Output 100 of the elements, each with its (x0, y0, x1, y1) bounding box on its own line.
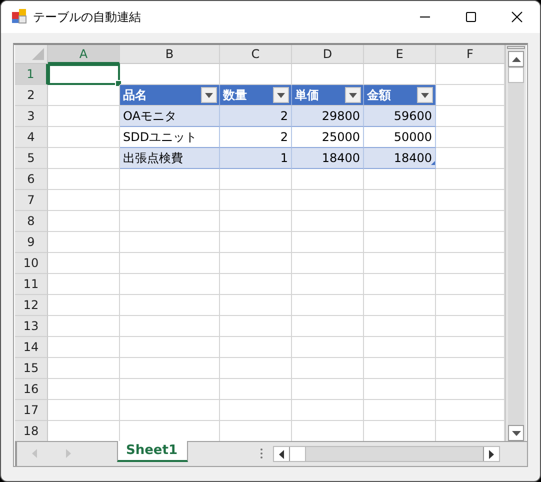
empty-cell (220, 169, 292, 190)
filter-button[interactable] (345, 87, 361, 103)
table-cell: 29800 (292, 106, 364, 127)
maximize-icon (465, 11, 477, 23)
scroll-right-button[interactable] (482, 447, 499, 461)
empty-cell (292, 295, 364, 316)
row-header[interactable]: 8 (15, 211, 48, 232)
caret-icon (349, 92, 357, 98)
column-header[interactable]: A (48, 45, 120, 64)
empty-cell (220, 316, 292, 337)
splitter-dots-icon[interactable] (260, 448, 263, 459)
scroll-thumb[interactable] (508, 67, 524, 83)
header-label: 単価 (295, 86, 319, 104)
empty-cell (292, 400, 364, 421)
table-cell: 18400 (292, 148, 364, 169)
left-arrow-icon (32, 448, 36, 458)
empty-cell (364, 337, 436, 358)
row-header[interactable]: 17 (15, 400, 48, 421)
scroll-up-button[interactable] (508, 51, 524, 67)
active-cell[interactable] (48, 64, 120, 85)
empty-cell (292, 169, 364, 190)
table-cell: 18400 (364, 148, 436, 169)
splitter-handle[interactable] (507, 46, 525, 49)
table-cell: OAモニタ (120, 106, 220, 127)
empty-cell (364, 169, 436, 190)
row-header[interactable]: 5 (15, 148, 48, 169)
empty-cell (292, 211, 364, 232)
empty-cell (364, 316, 436, 337)
caret-icon (277, 92, 285, 98)
empty-cell (364, 253, 436, 274)
empty-cell (292, 232, 364, 253)
empty-cell (220, 358, 292, 379)
row-header[interactable]: 15 (15, 358, 48, 379)
filter-button[interactable] (417, 87, 433, 103)
empty-cell (220, 190, 292, 211)
column-header[interactable]: B (120, 45, 220, 64)
right-arrow-icon (66, 448, 70, 458)
empty-cell (220, 295, 292, 316)
column-header[interactable]: E (364, 45, 436, 64)
filter-button[interactable] (201, 87, 217, 103)
empty-cell (364, 211, 436, 232)
scroll-down-button[interactable] (508, 425, 524, 441)
row-header[interactable]: 10 (15, 253, 48, 274)
header-label: 金額 (367, 86, 391, 104)
empty-cell (292, 358, 364, 379)
resize-handle-icon[interactable] (431, 161, 435, 165)
header-label: 品名 (123, 86, 147, 104)
row-header[interactable]: 13 (15, 316, 48, 337)
row-header[interactable]: 14 (15, 337, 48, 358)
close-icon (511, 11, 523, 23)
down-arrow-icon (512, 430, 520, 436)
table-cell: 59600 (364, 106, 436, 127)
scroll-left-button[interactable] (274, 447, 290, 461)
column-header[interactable]: C (220, 45, 292, 64)
row-header[interactable]: 2 (15, 85, 48, 106)
empty-cell (364, 190, 436, 211)
row-header[interactable]: 16 (15, 379, 48, 400)
table-cell: 2 (220, 106, 292, 127)
empty-cell (292, 190, 364, 211)
row-header[interactable]: 6 (15, 169, 48, 190)
row-header[interactable]: 4 (15, 127, 48, 148)
row-header[interactable]: 3 (15, 106, 48, 127)
left-arrow-icon (278, 450, 284, 458)
row-header[interactable]: 12 (15, 295, 48, 316)
table-cell: 1 (220, 148, 292, 169)
empty-cell (364, 274, 436, 295)
empty-cell (220, 232, 292, 253)
caret-icon (421, 92, 429, 98)
horizontal-scrollbar[interactable] (272, 446, 500, 462)
empty-cell (364, 358, 436, 379)
row-header[interactable]: 11 (15, 274, 48, 295)
row-header[interactable]: 18 (15, 421, 48, 441)
row-header[interactable]: 9 (15, 232, 48, 253)
column-header[interactable]: D (292, 45, 364, 64)
empty-cell (220, 337, 292, 358)
column-header[interactable]: F (436, 45, 505, 64)
empty-cell (292, 274, 364, 295)
empty-cell (220, 253, 292, 274)
empty-cell (292, 253, 364, 274)
table-cell: 出張点検費 (120, 148, 220, 169)
empty-cell (292, 379, 364, 400)
window-title: テーブルの自動連結 (33, 8, 142, 26)
empty-cell (220, 400, 292, 421)
empty-cell (364, 400, 436, 421)
empty-cell (292, 337, 364, 358)
caret-icon (205, 92, 213, 98)
row-header[interactable]: 1 (15, 64, 48, 85)
up-arrow-icon (512, 56, 520, 62)
row-header[interactable]: 7 (15, 190, 48, 211)
empty-cell (220, 379, 292, 400)
right-arrow-icon (488, 450, 494, 458)
header-label: 数量 (223, 86, 247, 104)
empty-cell (364, 295, 436, 316)
filter-button[interactable] (273, 87, 289, 103)
scroll-thumb[interactable] (290, 447, 306, 461)
sheet-tab[interactable]: Sheet1 (117, 441, 188, 462)
empty-cell (220, 211, 292, 232)
empty-cell (292, 316, 364, 337)
empty-cell (364, 379, 436, 400)
app-icon (11, 8, 27, 24)
